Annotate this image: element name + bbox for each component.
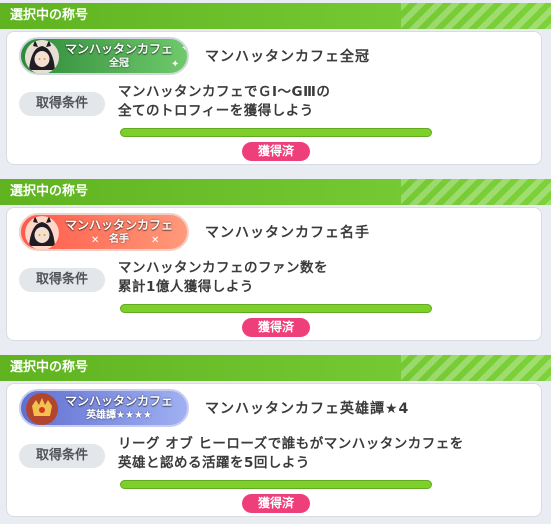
status-badge: 獲得済 [242,318,310,337]
condition-line: 全てのトロフィーを獲得しよう [118,103,314,119]
section-header: 選択中の称号 [0,179,551,205]
badge-name: マンハッタンカフェ [64,42,173,56]
title-badge: マンハッタンカフェ 英雄譚★★★★ [19,389,189,427]
title-badge: マンハッタンカフェ 名手 ✕ ✕ [19,213,189,251]
section-header-label: 選択中の称号 [10,360,89,375]
header-stripes [401,179,551,205]
title-name: マンハッタンカフェ全冠 [205,49,370,65]
status-badge: 獲得済 [242,142,310,161]
crown-shield-icon [26,393,58,425]
title-card[interactable]: マンハッタンカフェ 全冠 ✦ ✦ マンハッタンカフェ全冠 取得条件 マンハッタン… [6,31,542,165]
progress-bar [120,304,432,313]
condition-text: リーグ オブ ヒーローズで誰もがマンハッタンカフェを 英雄と認める活躍を5回しよ… [118,435,533,473]
header-stripes [401,355,551,381]
section-header: 選択中の称号 [0,3,551,29]
status-badge: 獲得済 [242,494,310,513]
title-name: マンハッタンカフェ名手 [205,225,370,241]
condition-label: 取得条件 [19,268,105,292]
condition-text: マンハッタンカフェでＧⅠ～GⅢの 全てのトロフィーを獲得しよう [118,83,533,121]
title-card[interactable]: マンハッタンカフェ 英雄譚★★★★ マンハッタンカフェ英雄譚★4 取得条件 リー… [6,383,542,517]
title-badge: マンハッタンカフェ 全冠 ✦ ✦ [19,37,189,75]
sparkle-icon: ✕ [91,235,100,246]
title-section-3: 選択中の称号 マンハッタンカフェ 英雄譚★★★★ マンハッタンカフェ英雄譚★4 … [0,355,551,521]
sparkle-icon: ✦ [171,59,180,70]
badge-name: マンハッタンカフェ [64,394,173,408]
condition-line: 英雄と認める活躍を5回しよう [118,455,310,471]
character-avatar-icon [25,216,59,249]
character-avatar-icon [25,40,59,73]
sparkle-icon: ✦ [181,43,189,54]
condition-text: マンハッタンカフェのファン数を 累計1億人獲得しよう [118,259,533,297]
condition-line: マンハッタンカフェでＧⅠ～GⅢの [118,84,331,100]
sparkle-icon: ✕ [151,235,160,246]
condition-line: リーグ オブ ヒーローズで誰もがマンハッタンカフェを [118,436,464,452]
badge-name: マンハッタンカフェ [64,218,173,232]
progress-bar [120,480,432,489]
title-section-2: 選択中の称号 マンハッタンカフェ 名手 ✕ ✕ マンハッタンカフェ名手 取得条件… [0,179,551,345]
condition-label: 取得条件 [19,92,105,116]
section-header-label: 選択中の称号 [10,8,89,23]
badge-subtitle: 全冠 [109,58,129,69]
condition-label: 取得条件 [19,444,105,468]
progress-bar [120,128,432,137]
title-section-1: 選択中の称号 マンハッタンカフェ 全冠 ✦ ✦ マンハッタンカフェ全冠 取得条件… [0,3,551,169]
condition-line: マンハッタンカフェのファン数を [118,260,328,276]
badge-subtitle: 英雄譚★★★★ [86,410,152,421]
condition-line: 累計1億人獲得しよう [118,279,254,295]
title-card[interactable]: マンハッタンカフェ 名手 ✕ ✕ マンハッタンカフェ名手 取得条件 マンハッタン… [6,207,542,341]
section-header-label: 選択中の称号 [10,184,89,199]
header-stripes [401,3,551,29]
title-name: マンハッタンカフェ英雄譚★4 [205,401,410,417]
section-header: 選択中の称号 [0,355,551,381]
badge-subtitle: 名手 [109,234,129,245]
